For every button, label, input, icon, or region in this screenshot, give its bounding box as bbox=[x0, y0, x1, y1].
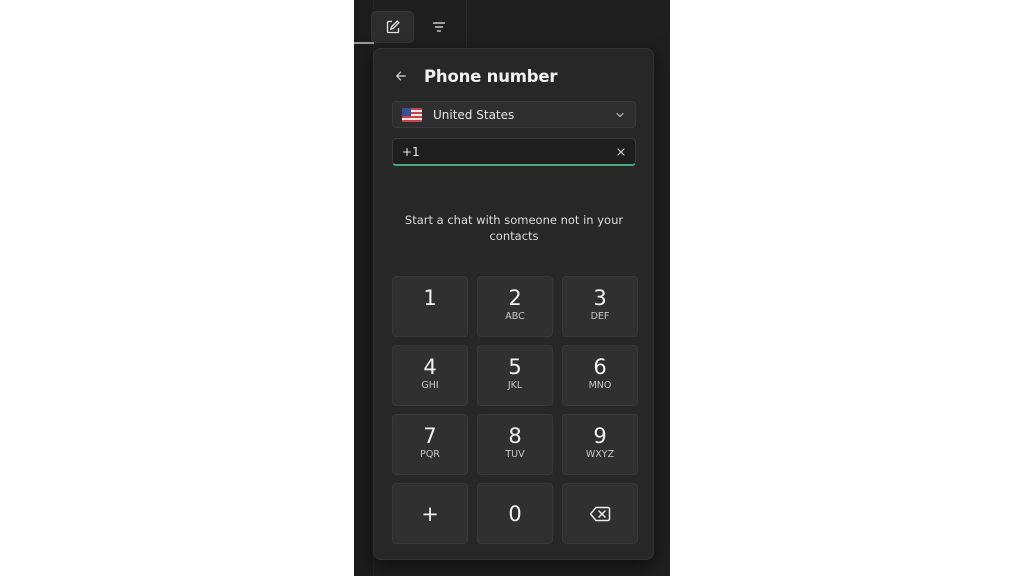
app-window: Phone number United States Start a chat … bbox=[354, 0, 670, 576]
key-digit: 0 bbox=[508, 501, 522, 526]
key-letters: TUV bbox=[505, 449, 525, 460]
key-digit: 6 bbox=[593, 355, 607, 379]
close-icon[interactable] bbox=[616, 147, 626, 157]
key-digit: 8 bbox=[508, 424, 522, 448]
compose-icon bbox=[386, 20, 400, 34]
key-3[interactable]: 3 DEF bbox=[562, 276, 638, 337]
phone-number-flyout: Phone number United States Start a chat … bbox=[373, 48, 654, 560]
filter-button[interactable] bbox=[417, 11, 460, 43]
us-flag-icon bbox=[402, 107, 422, 122]
key-8[interactable]: 8 TUV bbox=[477, 414, 553, 475]
toolbar-divider bbox=[466, 0, 467, 50]
filter-icon bbox=[432, 22, 445, 32]
key-digit: 2 bbox=[508, 286, 522, 310]
key-6[interactable]: 6 MNO bbox=[562, 345, 638, 406]
chat-list-edge bbox=[354, 0, 374, 576]
backspace-button[interactable] bbox=[562, 483, 638, 544]
key-9[interactable]: 9 WXYZ bbox=[562, 414, 638, 475]
key-1[interactable]: 1 bbox=[392, 276, 468, 337]
hint-text: Start a chat with someone not in your co… bbox=[404, 213, 624, 243]
flyout-header: Phone number bbox=[394, 65, 557, 87]
backspace-icon bbox=[589, 506, 611, 521]
back-button[interactable] bbox=[394, 65, 412, 87]
selection-indicator bbox=[354, 42, 374, 44]
key-digit: 5 bbox=[508, 355, 522, 379]
country-label: United States bbox=[433, 107, 515, 122]
key-letters: PQR bbox=[420, 449, 440, 460]
key-letters: ABC bbox=[505, 311, 525, 322]
key-digit: 3 bbox=[593, 286, 607, 310]
key-letters: MNO bbox=[588, 380, 612, 391]
flyout-title: Phone number bbox=[424, 66, 558, 86]
key-letters: DEF bbox=[590, 311, 610, 322]
country-dropdown[interactable]: United States bbox=[392, 101, 636, 128]
key-5[interactable]: 5 JKL bbox=[477, 345, 553, 406]
phone-number-field[interactable] bbox=[392, 138, 636, 166]
key-4[interactable]: 4 GHI bbox=[392, 345, 468, 406]
phone-number-input[interactable] bbox=[402, 144, 602, 159]
arrow-left-icon bbox=[396, 71, 406, 81]
key-plus[interactable]: + bbox=[392, 483, 468, 544]
key-2[interactable]: 2 ABC bbox=[477, 276, 553, 337]
key-digit: 1 bbox=[423, 286, 437, 310]
key-7[interactable]: 7 PQR bbox=[392, 414, 468, 475]
chevron-down-icon bbox=[616, 112, 624, 118]
key-digit: 7 bbox=[423, 424, 437, 448]
key-letters: JKL bbox=[507, 380, 523, 391]
key-digit: 9 bbox=[593, 424, 607, 448]
key-letters: WXYZ bbox=[585, 449, 615, 460]
key-digit: 4 bbox=[423, 355, 437, 379]
key-0[interactable]: 0 bbox=[477, 483, 553, 544]
new-chat-button[interactable] bbox=[371, 11, 414, 43]
key-letters: GHI bbox=[421, 380, 439, 391]
dial-keypad: 1 2 ABC 3 DEF 4 GHI 5 JKL 6 MNO 7 PQR 8 … bbox=[392, 276, 638, 544]
key-digit: + bbox=[421, 501, 439, 526]
